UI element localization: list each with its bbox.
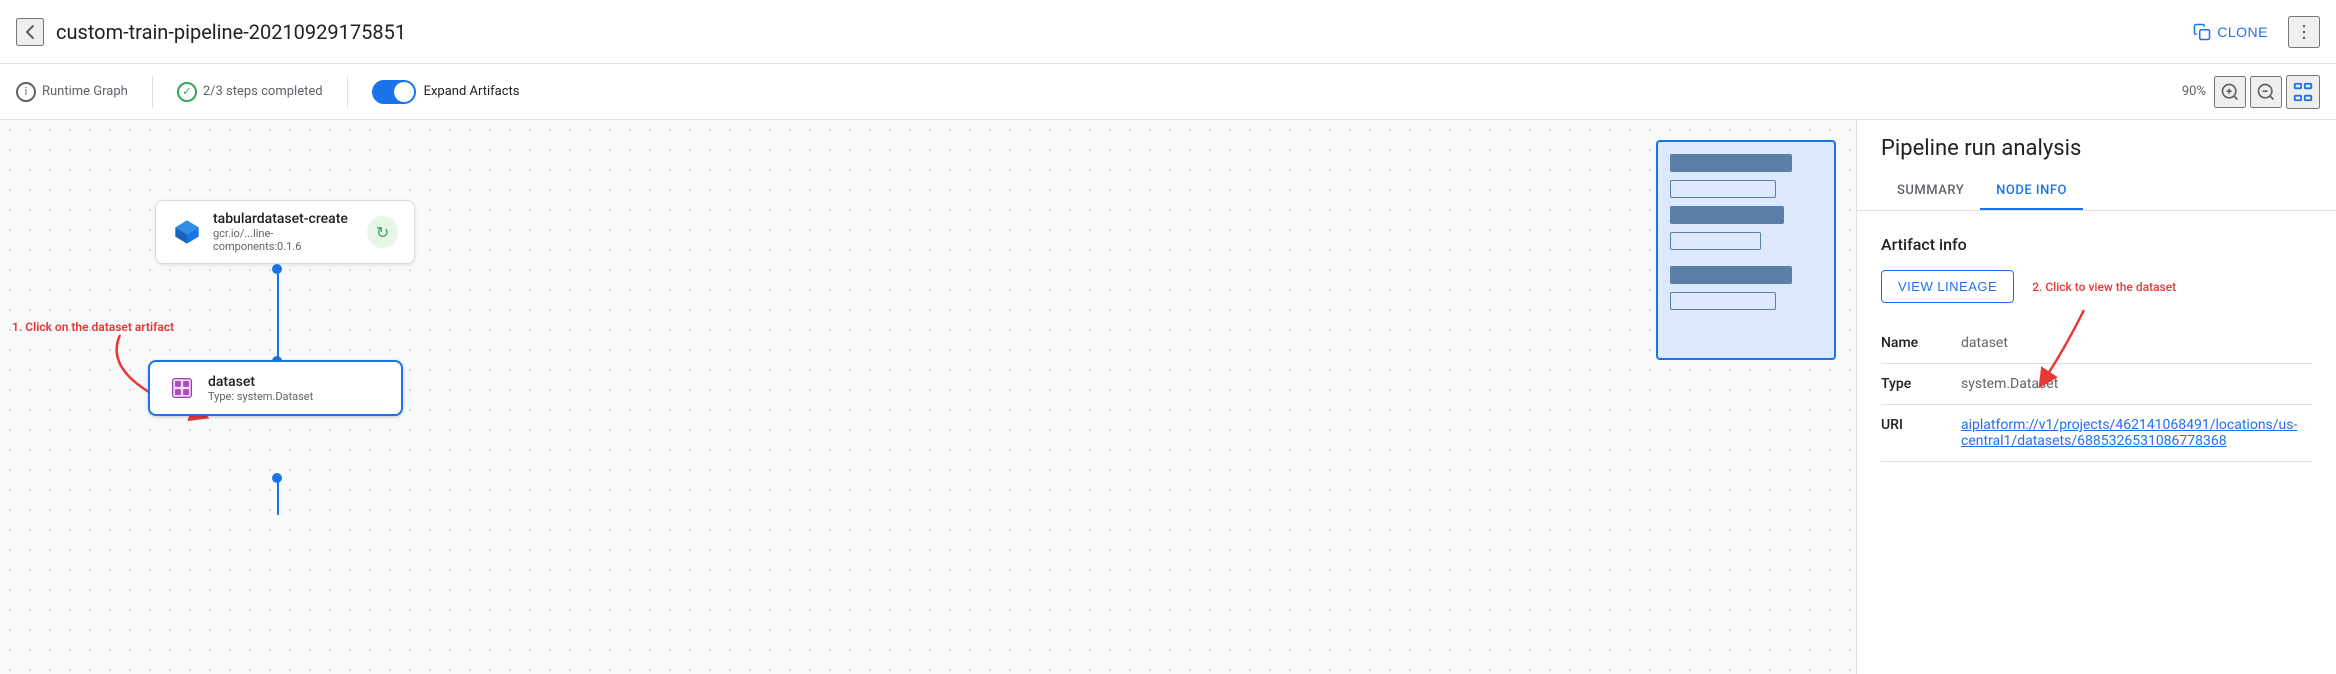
tab-node-info[interactable]: NODE INFO bbox=[1980, 173, 2083, 210]
zoom-out-button[interactable] bbox=[2250, 76, 2282, 108]
minimap-bar-5 bbox=[1670, 266, 1792, 284]
node-dataset-sub: Type: system.Dataset bbox=[208, 390, 313, 403]
info-row-type: Type system.Dataset bbox=[1881, 364, 2312, 405]
header-actions: CLONE bbox=[2181, 16, 2320, 48]
zoom-percentage: 90% bbox=[2182, 84, 2206, 99]
back-button[interactable] bbox=[16, 18, 44, 46]
panel-tabs: SUMMARY NODE INFO bbox=[1881, 173, 2312, 210]
node-dataset-name: dataset bbox=[208, 374, 313, 390]
zoom-controls: 90% bbox=[2182, 75, 2320, 109]
expand-artifacts-label: Expand Artifacts bbox=[424, 84, 520, 99]
annotation-2-wrap: 2. Click to view the dataset bbox=[2014, 280, 2176, 294]
right-panel: Pipeline run analysis SUMMARY NODE INFO … bbox=[1856, 120, 2336, 674]
name-value: dataset bbox=[1961, 335, 2312, 351]
minimap-bar-6 bbox=[1670, 292, 1776, 310]
graph-area[interactable]: 1. Click on the dataset artifact bbox=[0, 120, 1856, 674]
view-lineage-button[interactable]: VIEW LINEAGE bbox=[1881, 270, 2014, 303]
toggle-track[interactable] bbox=[372, 80, 416, 104]
panel-content: Artifact info VIEW LINEAGE 2. Click to v… bbox=[1857, 211, 2336, 674]
node-dataset-text: dataset Type: system.Dataset bbox=[208, 374, 313, 403]
panel-header: Pipeline run analysis SUMMARY NODE INFO bbox=[1857, 120, 2336, 211]
uri-label: URI bbox=[1881, 417, 1961, 433]
minimap-inner bbox=[1658, 142, 1834, 322]
toggle-thumb bbox=[394, 82, 414, 102]
steps-label: 2/3 steps completed bbox=[203, 84, 323, 99]
lineage-row: VIEW LINEAGE 2. Click to view the datase… bbox=[1881, 270, 2312, 303]
node-action-btn[interactable]: ↻ bbox=[367, 216, 398, 248]
name-label: Name bbox=[1881, 335, 1961, 351]
minimap bbox=[1656, 140, 1836, 360]
node-tabulardataset-create[interactable]: tabulardataset-create gcr.io/...line-com… bbox=[155, 200, 415, 264]
node-tabular-sub: gcr.io/...line-components:0.1.6 bbox=[213, 227, 357, 253]
minimap-bar-1 bbox=[1670, 154, 1792, 172]
header-left: custom-train-pipeline-20210929175851 bbox=[16, 18, 2181, 46]
uri-value[interactable]: aiplatform://v1/projects/462141068491/lo… bbox=[1961, 417, 2312, 449]
annotation-1-text: 1. Click on the dataset artifact bbox=[12, 320, 174, 334]
info-row-uri: URI aiplatform://v1/projects/46214106849… bbox=[1881, 405, 2312, 462]
conn-line-2 bbox=[277, 475, 279, 515]
type-value: system.Dataset bbox=[1961, 376, 2312, 392]
toolbar: i Runtime Graph ✓ 2/3 steps completed Ex… bbox=[0, 64, 2336, 120]
runtime-graph-label: Runtime Graph bbox=[42, 84, 128, 99]
dataset-icon bbox=[166, 372, 198, 404]
type-label: Type bbox=[1881, 376, 1961, 392]
main-content: 1. Click on the dataset artifact bbox=[0, 120, 2336, 674]
conn-line-1 bbox=[277, 267, 279, 360]
minimap-bar-3 bbox=[1670, 206, 1784, 224]
clone-button[interactable]: CLONE bbox=[2181, 17, 2280, 47]
minimap-bar-2 bbox=[1670, 180, 1776, 198]
panel-title: Pipeline run analysis bbox=[1881, 136, 2312, 161]
more-button[interactable] bbox=[2288, 16, 2320, 48]
info-table: Name dataset Type system.Dataset URI aip… bbox=[1881, 323, 2312, 462]
clone-label: CLONE bbox=[2217, 24, 2268, 40]
pipeline-title: custom-train-pipeline-20210929175851 bbox=[56, 20, 406, 44]
cube-icon bbox=[172, 216, 203, 248]
zoom-fit-button[interactable] bbox=[2286, 75, 2320, 109]
minimap-bar-4 bbox=[1670, 232, 1761, 250]
toolbar-divider-1 bbox=[152, 76, 153, 108]
info-icon: i bbox=[16, 82, 36, 102]
node-tabular-name: tabulardataset-create bbox=[213, 211, 357, 227]
steps-completed: ✓ 2/3 steps completed bbox=[177, 82, 323, 102]
info-row-name: Name dataset bbox=[1881, 323, 2312, 364]
artifact-info-title: Artifact info bbox=[1881, 235, 2312, 254]
toolbar-divider-2 bbox=[347, 76, 348, 108]
zoom-in-button[interactable] bbox=[2214, 76, 2246, 108]
runtime-graph-tab[interactable]: i Runtime Graph bbox=[16, 82, 128, 102]
node-tabular-text: tabulardataset-create gcr.io/...line-com… bbox=[213, 211, 357, 253]
node-dataset[interactable]: dataset Type: system.Dataset bbox=[148, 360, 403, 416]
tab-summary[interactable]: SUMMARY bbox=[1881, 173, 1980, 210]
header: custom-train-pipeline-20210929175851 CLO… bbox=[0, 0, 2336, 64]
annotation-2-text: 2. Click to view the dataset bbox=[2032, 280, 2176, 294]
expand-artifacts-toggle[interactable]: Expand Artifacts bbox=[372, 80, 520, 104]
steps-icon: ✓ bbox=[177, 82, 197, 102]
